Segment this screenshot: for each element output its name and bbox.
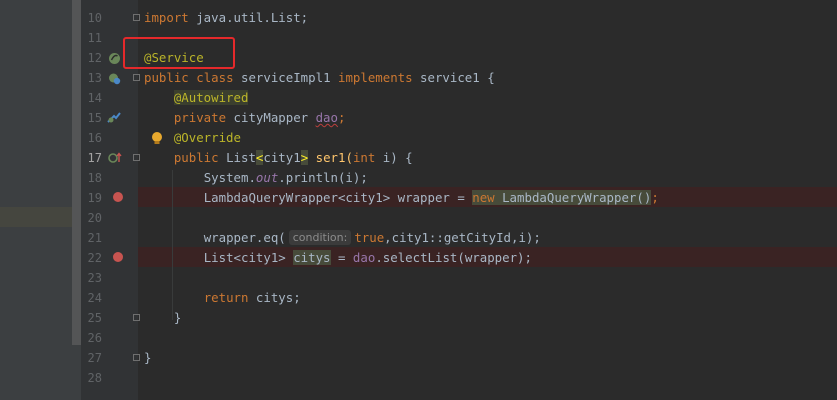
fold-marker[interactable]	[133, 354, 140, 361]
code-text: System.	[203, 170, 256, 185]
code-line-24[interactable]: return citys;	[144, 288, 301, 308]
code-text: LambdaQueryWrapper	[494, 190, 637, 205]
class-name: serviceImpl1	[233, 70, 338, 85]
override-annotation: @Override	[173, 130, 241, 145]
line-number: 25	[87, 311, 102, 325]
code-line-22[interactable]: List<city1> citys = dao.selectList(wrapp…	[144, 248, 532, 268]
code-text: ,city1::getCityId,i);	[384, 230, 541, 245]
code-line-13[interactable]: public class serviceImpl1 implements ser…	[144, 68, 495, 88]
code-text: city1	[263, 150, 301, 165]
code-text: .println(i);	[278, 170, 368, 185]
code-text: ;	[337, 110, 346, 125]
breakpoint-icon[interactable]	[113, 192, 123, 202]
code-text: }	[144, 350, 152, 365]
project-panel	[0, 0, 81, 400]
line-number: 22	[87, 251, 102, 265]
line-number: 28	[87, 371, 102, 385]
code-text: =	[330, 250, 353, 265]
autowired-injection-icon[interactable]	[107, 111, 121, 124]
keyword: return	[203, 290, 249, 305]
line-number: 24	[87, 291, 102, 305]
fold-marker[interactable]	[133, 14, 140, 21]
code-line-14[interactable]: @Autowired	[144, 88, 249, 108]
keyword: class	[196, 70, 234, 85]
code-text: i) {	[375, 150, 413, 165]
citys-variable: citys	[293, 250, 331, 265]
code-text: ;	[651, 190, 659, 205]
keyword: true	[354, 230, 385, 245]
highlight-box	[123, 37, 235, 69]
code-text: citys;	[248, 290, 301, 305]
code-text: ()	[636, 190, 652, 205]
line-number: 21	[87, 231, 102, 245]
line-number: 26	[87, 331, 102, 345]
parameter-hint: condition:	[288, 230, 352, 245]
line-number: 27	[87, 351, 102, 365]
override-method-icon[interactable]	[108, 151, 122, 164]
line-number: 12	[87, 51, 102, 65]
autowired-annotation: @Autowired	[173, 90, 249, 105]
breakpoint-icon[interactable]	[113, 252, 123, 262]
line-number: 18	[87, 171, 102, 185]
project-panel-scrollbar[interactable]	[72, 0, 81, 345]
keyword: public	[144, 70, 189, 85]
keyword: implements	[337, 70, 413, 85]
method-name: ser1(	[308, 150, 353, 165]
code-line-25[interactable]: }	[144, 308, 181, 328]
line-number: 15	[87, 111, 102, 125]
project-panel-scrollbar-track	[72, 345, 81, 400]
line-number: 19	[87, 191, 102, 205]
code-line-21[interactable]: wrapper.eq(condition: true,city1::getCity…	[144, 228, 541, 248]
code-line-16[interactable]: @Override	[144, 128, 241, 148]
code-text: List	[218, 150, 256, 165]
fold-marker[interactable]	[133, 74, 140, 81]
keyword: import	[144, 10, 189, 25]
code-line-17[interactable]: public List<city1> ser1(int i) {	[144, 148, 413, 168]
line-number: 14	[87, 91, 102, 105]
keyword: private	[173, 110, 227, 125]
code-text: .selectList(wrapper);	[375, 250, 532, 265]
dao-field: dao	[352, 250, 376, 265]
code-text: }	[173, 310, 182, 325]
keyword: new	[472, 190, 495, 205]
code-text: List<city1>	[203, 250, 294, 265]
code-text: java.util.List;	[188, 10, 309, 25]
line-number: 11	[87, 31, 102, 45]
code-line-15[interactable]: private cityMapper dao;	[144, 108, 346, 128]
code-text: wrapper.eq(	[203, 230, 286, 245]
line-number: 20	[87, 211, 102, 225]
line-number: 10	[87, 11, 102, 25]
line-number: 23	[87, 271, 102, 285]
spring-bean-icon[interactable]	[108, 52, 121, 65]
fold-marker[interactable]	[133, 154, 140, 161]
code-line-18[interactable]: System.out.println(i);	[144, 168, 368, 188]
line-number: 13	[87, 71, 102, 85]
code-text: LambdaQueryWrapper<city1> wrapper =	[203, 190, 473, 205]
line-number-current: 17	[87, 151, 102, 165]
project-panel-selection	[0, 207, 72, 227]
keyword: public	[173, 150, 219, 165]
dao-field: dao	[315, 110, 338, 125]
code-line-19[interactable]: LambdaQueryWrapper<city1> wrapper = new …	[144, 188, 659, 208]
static-field: out	[255, 170, 279, 185]
fold-marker[interactable]	[133, 314, 140, 321]
line-number: 16	[87, 131, 102, 145]
code-line-27[interactable]: }	[144, 348, 151, 368]
code-text: cityMapper	[226, 110, 316, 125]
code-line-10[interactable]: import java.util.List;	[144, 8, 308, 28]
spring-class-icon[interactable]	[108, 72, 121, 85]
code-text: service1 {	[412, 70, 495, 85]
keyword: int	[352, 150, 376, 165]
